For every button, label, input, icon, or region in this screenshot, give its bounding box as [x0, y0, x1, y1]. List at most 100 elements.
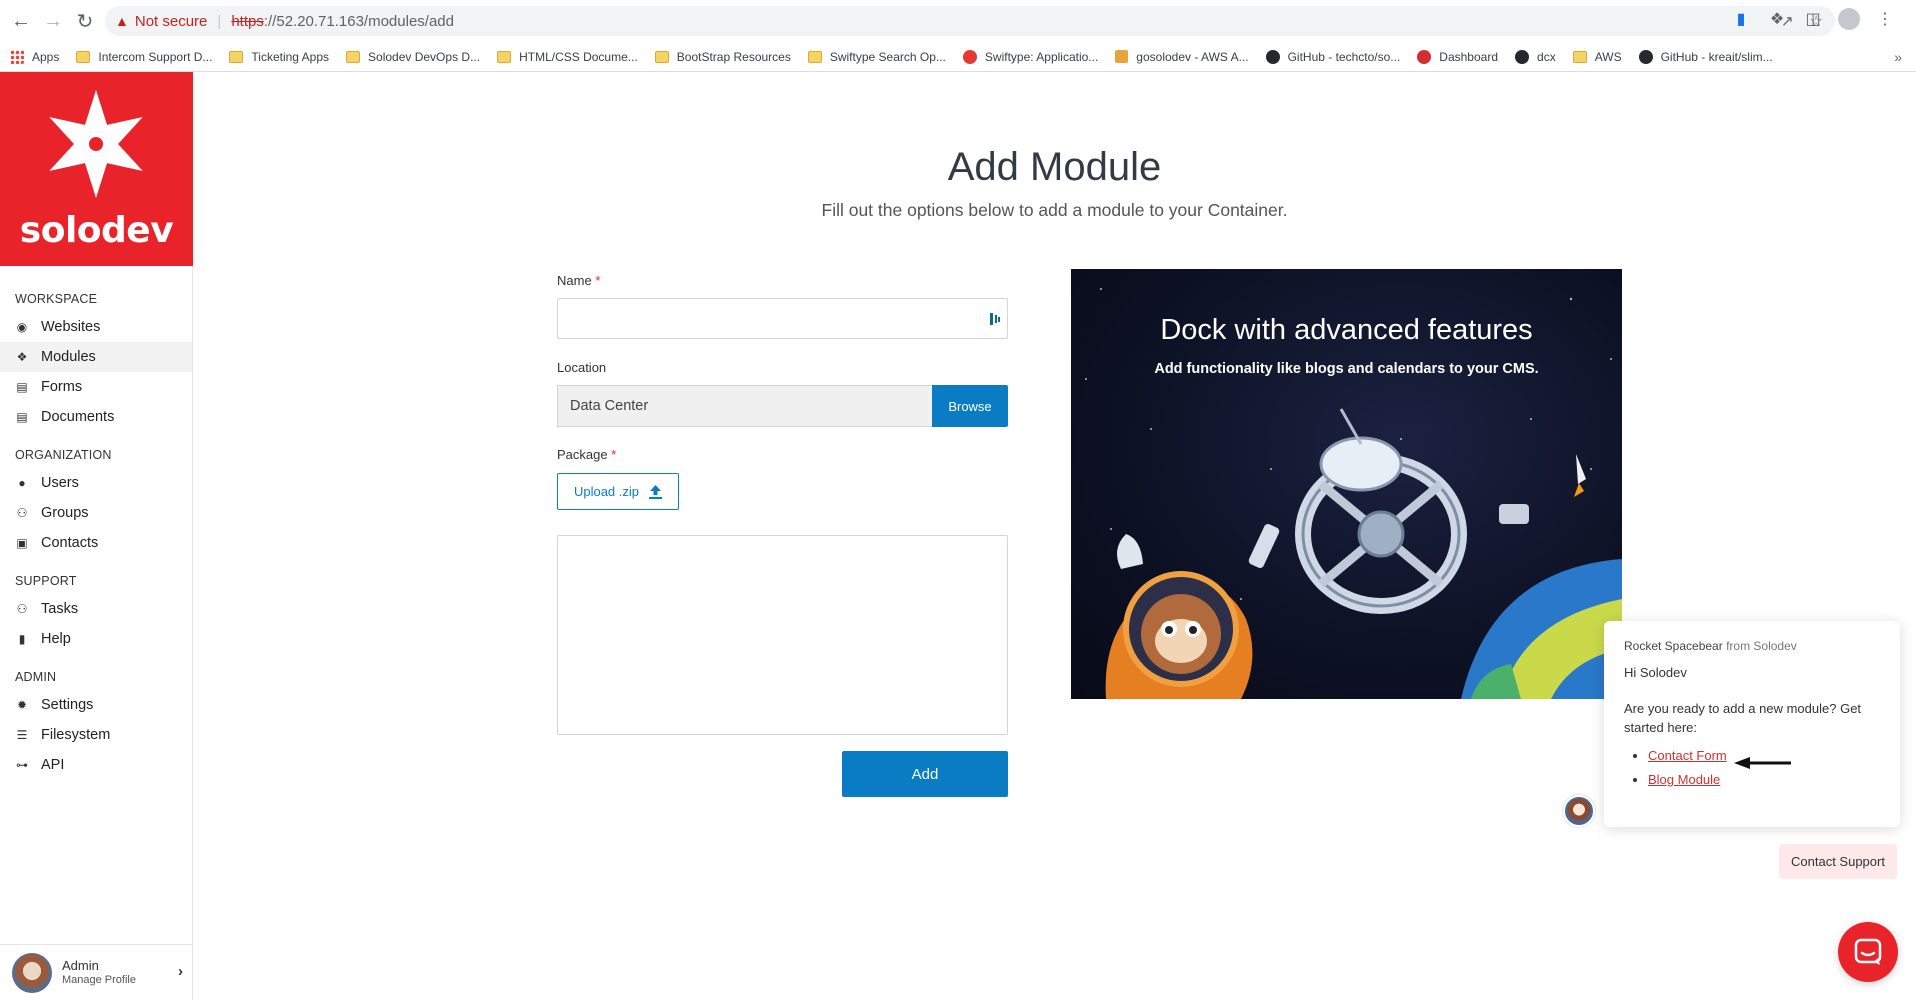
password-manager-icon[interactable] — [989, 311, 1001, 327]
page-title: Add Module — [947, 145, 1162, 189]
chat-sender: Rocket Spacebear from Solodev — [1624, 639, 1797, 653]
reload-icon[interactable]: ↻ — [70, 6, 100, 36]
promo-subtitle: Add functionality like blogs and calenda… — [1154, 361, 1539, 377]
sidebar-item-users[interactable]: ● Users — [0, 468, 192, 498]
sidebar-item-label: Documents — [41, 409, 115, 425]
chat-bot-avatar[interactable] — [1563, 795, 1595, 827]
url-scheme: https — [231, 12, 264, 30]
name-field[interactable] — [557, 298, 1008, 339]
bookmarks-overflow-icon[interactable]: » — [1894, 49, 1902, 65]
promo-title: Dock with advanced features — [1160, 314, 1533, 346]
bookmark-aws[interactable]: AWS — [1572, 50, 1622, 64]
document-icon: ▤ — [16, 410, 28, 424]
apps-grid-icon — [10, 49, 24, 64]
avatar — [12, 952, 52, 993]
upload-zip-button[interactable]: Upload .zip — [557, 473, 679, 510]
annotation-arrow-icon — [1734, 757, 1791, 769]
url-path: ://52.20.71.163/modules/add — [263, 12, 454, 30]
upload-icon — [649, 484, 663, 499]
browser-toolbar: ← → ↻ ▲ Not secure | https://52.20.71.16… — [0, 0, 1916, 42]
back-arrow-icon[interactable]: ← — [6, 6, 36, 36]
bookmark-bootstrap[interactable]: BootStrap Resources — [654, 50, 791, 64]
sidebar-item-label: Filesystem — [41, 727, 111, 743]
sidebar-item-label: API — [41, 757, 65, 773]
sidebar-item-api[interactable]: ⊶ API — [0, 750, 192, 780]
sidebar-item-modules[interactable]: ❖ Modules — [0, 342, 192, 372]
bookmark-swiftype-search[interactable]: Swiftype Search Op... — [807, 50, 946, 64]
blog-module-link[interactable]: Blog Module — [1648, 772, 1720, 787]
bookmark-swiftype-app[interactable]: Swiftype: Applicatio... — [962, 49, 1098, 64]
side-panel-icon[interactable]: ◫ — [1802, 8, 1824, 30]
folder-icon — [229, 50, 244, 63]
bookmark-intercom[interactable]: Intercom Support D... — [76, 50, 212, 64]
add-button[interactable]: Add — [842, 751, 1008, 797]
sidebar-item-documents[interactable]: ▤ Documents — [0, 402, 192, 432]
bookmark-gosolodev[interactable]: gosolodev - AWS A... — [1115, 50, 1249, 64]
chevron-right-icon[interactable]: › — [178, 963, 183, 980]
contact-form-link[interactable]: Contact Form — [1648, 748, 1727, 763]
kebab-menu-icon[interactable]: ⋮ — [1874, 8, 1896, 30]
sidebar-item-label: Modules — [41, 349, 96, 365]
forward-arrow-icon[interactable]: → — [38, 6, 68, 36]
help-doc-icon: ▮ — [18, 632, 26, 646]
sidebar-item-groups[interactable]: ⚇ Groups — [0, 498, 192, 528]
cubes-icon: ❖ — [16, 350, 28, 364]
sidebar-item-settings[interactable]: ✹ Settings — [0, 690, 192, 720]
location-label: Location — [557, 360, 607, 375]
bookmark-dashboard[interactable]: Dashboard — [1417, 49, 1498, 64]
profile-menu[interactable]: Admin Manage Profile › — [0, 944, 193, 1000]
address-bar[interactable]: ▲ Not secure | https://52.20.71.163/modu… — [105, 6, 1835, 36]
warning-triangle-icon: ▲ — [115, 13, 129, 29]
chat-message-card[interactable]: Rocket Spacebear from Solodev Hi Solodev… — [1604, 621, 1900, 827]
sidebar-item-filesystem[interactable]: ☰ Filesystem — [0, 720, 192, 750]
chat-launcher-button[interactable] — [1838, 922, 1898, 982]
logo-wordmark: solodev — [19, 210, 174, 251]
nav-section-admin: ADMIN ✹ Settings ☰ Filesystem ⊶ API — [0, 670, 192, 780]
bookmark-github-kreait[interactable]: GitHub - kreait/slim... — [1638, 49, 1773, 64]
bookmarks-bar: Apps Intercom Support D... Ticketing App… — [0, 42, 1916, 72]
folder-icon — [497, 50, 512, 63]
extension-brand-icon[interactable]: ▮ — [1730, 8, 1752, 30]
tasks-icon: ⚇ — [16, 602, 28, 616]
bookmark-apps[interactable]: Apps — [10, 49, 59, 64]
required-mark: * — [595, 273, 601, 288]
folder-icon — [807, 50, 822, 63]
profile-icon[interactable] — [1838, 8, 1860, 30]
bookmark-dcx[interactable]: dcx — [1515, 49, 1556, 64]
folder-icon — [654, 50, 669, 63]
bookmark-devops[interactable]: Solodev DevOps D... — [346, 50, 480, 64]
required-mark: * — [611, 447, 617, 462]
github-icon — [1515, 49, 1530, 64]
url-separator: | — [217, 12, 222, 30]
chat-body: Are you ready to add a new module? Get s… — [1624, 701, 1862, 735]
sidebar-item-label: Help — [41, 631, 71, 647]
upload-dropzone[interactable] — [557, 535, 1008, 735]
folder-icon — [346, 50, 361, 63]
solodev-logo[interactable]: solodev — [0, 72, 193, 266]
contact-card-icon: ▣ — [16, 536, 28, 550]
solodev-star-icon — [49, 90, 143, 198]
manage-profile-link[interactable]: Manage Profile — [62, 974, 136, 988]
contact-support-button[interactable]: Contact Support — [1779, 844, 1897, 879]
bookmark-htmlcss[interactable]: HTML/CSS Docume... — [497, 50, 638, 64]
sidebar-item-tasks[interactable]: ⚇ Tasks — [0, 594, 192, 624]
nav-heading: ADMIN — [15, 670, 57, 684]
chat-bubble-icon — [1854, 938, 1882, 965]
sidebar-item-label: Users — [41, 475, 79, 491]
puzzle-extensions-icon[interactable]: ❖ — [1766, 8, 1788, 30]
sidebar-item-contacts[interactable]: ▣ Contacts — [0, 528, 192, 558]
dashboard-icon — [1417, 49, 1432, 64]
browse-button[interactable]: Browse — [932, 385, 1008, 427]
list-item: Blog Module — [1648, 772, 1880, 787]
aws-box-icon — [1115, 50, 1129, 63]
sidebar-item-label: Websites — [41, 319, 101, 335]
user-icon: ● — [18, 476, 26, 490]
page-subtitle: Fill out the options below to add a modu… — [821, 200, 1288, 220]
sidebar-item-help[interactable]: ▮ Help — [0, 624, 192, 654]
promo-banner: Dock with advanced features Add function… — [1071, 269, 1622, 699]
bookmark-github-techcto[interactable]: GitHub - techcto/so... — [1265, 49, 1400, 64]
bookmark-ticketing[interactable]: Ticketing Apps — [229, 50, 329, 64]
sidebar-item-websites[interactable]: ◉ Websites — [0, 312, 192, 342]
gear-icon: ✹ — [16, 698, 28, 712]
sidebar-item-forms[interactable]: ▤ Forms — [0, 372, 192, 402]
